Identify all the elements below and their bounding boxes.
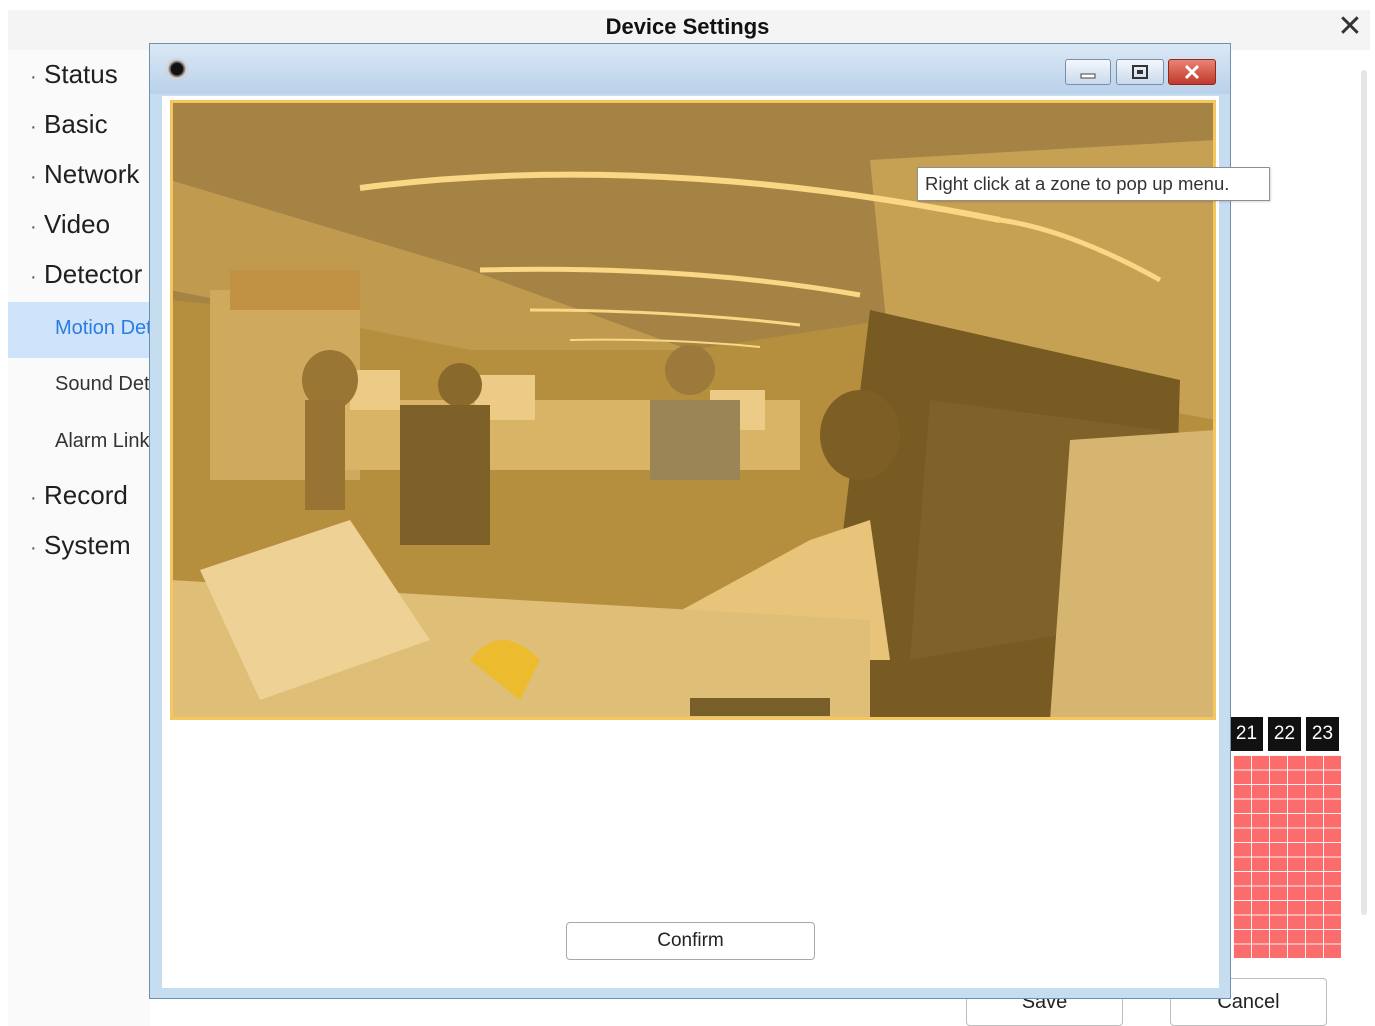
sidebar-subitem-alarm-linkage[interactable]: Alarm Linkage [8,415,150,471]
sidebar-item-label: Detector [44,259,143,289]
sidebar-item-network[interactable]: · Network [30,159,139,190]
sidebar-item-system[interactable]: · System [30,530,131,561]
close-icon[interactable]: ✕ [1334,12,1366,44]
sidebar-item-label: System [44,530,131,560]
sidebar-item-record[interactable]: · Record [30,480,128,511]
sidebar-item-basic[interactable]: · Basic [30,109,108,140]
sidebar-subitem-label: Sound Detection [55,373,150,395]
bullet-icon: · [30,66,37,88]
minimize-icon[interactable] [1065,59,1111,85]
dialog-title: Device Settings [605,14,770,39]
schedule-grid[interactable] [1233,755,1341,958]
confirm-button[interactable]: Confirm [566,922,815,960]
close-icon[interactable] [1168,59,1216,85]
tooltip: Right click at a zone to pop up menu. [917,167,1270,201]
sidebar: · Status · Basic · Network · Video · Detector… [8,50,150,1026]
schedule-hour-label: 22 [1268,717,1301,751]
bullet-icon: · [30,266,37,288]
window-titlebar[interactable] [150,44,1230,94]
sidebar-item-status[interactable]: · Status [30,59,118,90]
sidebar-subitem-label: Motion Detection [55,317,150,339]
scrollbar[interactable] [1361,70,1367,915]
bullet-icon: · [30,216,37,238]
sidebar-subitem-label: Alarm Linkage [55,430,150,452]
sidebar-item-label: Status [44,59,118,89]
sidebar-item-detector[interactable]: · Detector [30,259,142,290]
sidebar-subitem-motion-detection[interactable]: Motion Detection [8,302,150,358]
bullet-icon: · [30,166,37,188]
sidebar-item-label: Record [44,480,128,510]
window-content [162,96,1219,988]
sidebar-subitem-sound-detection[interactable]: Sound Detection [8,358,150,414]
bullet-icon: · [30,537,37,559]
camera-icon [166,58,188,80]
restore-icon[interactable] [1116,59,1164,85]
sidebar-item-label: Basic [44,109,108,139]
bullet-icon: · [30,487,37,509]
bullet-icon: · [30,116,37,138]
sidebar-item-label: Network [44,159,140,189]
schedule-hour-label: 23 [1306,717,1339,751]
sidebar-item-label: Video [44,209,111,239]
schedule-hour-label: 21 [1230,717,1263,751]
sidebar-item-video[interactable]: · Video [30,209,110,240]
